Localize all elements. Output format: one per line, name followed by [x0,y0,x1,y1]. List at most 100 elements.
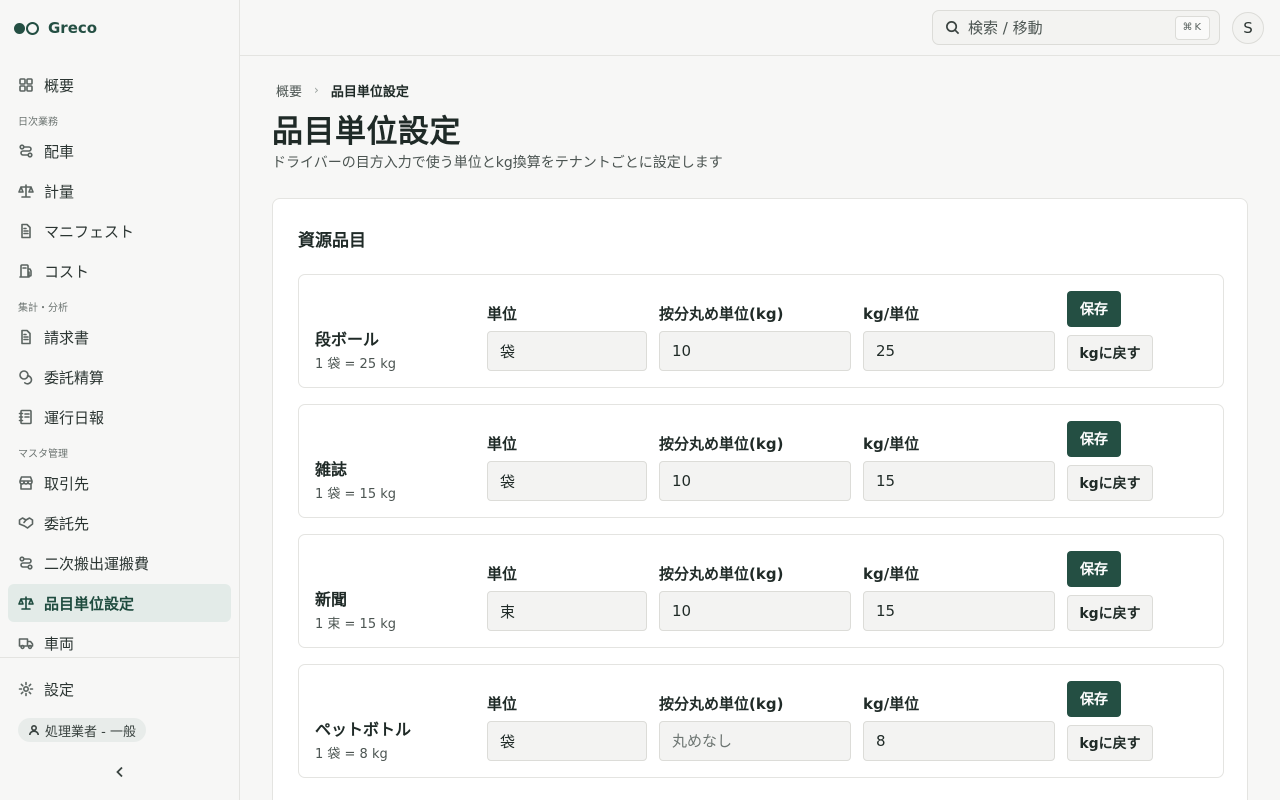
material-name: ペットボトル [315,720,412,739]
role-badge[interactable]: 処理業者 - 一般 [18,718,146,742]
breadcrumb-link-overview[interactable]: 概要 [276,81,302,100]
rounding-input[interactable] [659,331,851,371]
save-button[interactable]: 保存 [1067,421,1121,457]
sidebar-item[interactable]: 委託精算 [8,358,231,396]
sidebar-item-label: 概要 [44,76,75,95]
sidebar-nav: 概要 日次業務 配車 計量 マニフェスト コスト 集計・分析 請求書 委託精算 運行日報 マスタ管理… [8,66,231,658]
card-title: 資源品目 [298,231,366,251]
save-button[interactable]: 保存 [1067,551,1121,587]
material-row: 新聞 1 束 = 15 kg 単位 按分丸め単位(kg) kg/単位 保存 kg… [298,534,1224,648]
sidebar-section-label: 日次業務 [18,117,58,128]
role-label: 処理業者 - 一般 [45,724,136,740]
rounding-input[interactable] [659,721,851,761]
material-name: 新聞 [315,590,348,609]
kg-per-unit-input[interactable] [863,331,1055,371]
sidebar-item-label: 二次搬出運搬費 [44,554,150,573]
sidebar-item-label: 請求書 [44,328,90,347]
unit-input[interactable] [487,331,647,371]
rounding-label: 按分丸め単位(kg) [659,435,784,453]
material-row: 段ボール 1 袋 = 25 kg 単位 按分丸め単位(kg) kg/単位 保存 … [298,274,1224,388]
sidebar-item[interactable]: 車両 [8,624,231,658]
kg-per-unit-label: kg/単位 [863,435,920,453]
breadcrumb: 概要 › 品目単位設定 [276,80,409,100]
page-title: 品目単位設定 [272,114,461,150]
grid-icon [18,77,34,93]
sidebar-item-label: 設定 [44,680,75,699]
collapse-sidebar-button[interactable] [110,762,130,782]
sidebar-item-label: 品目単位設定 [44,594,135,613]
material-row: ペットボトル 1 袋 = 8 kg 単位 按分丸め単位(kg) kg/単位 保存… [298,664,1224,778]
route-icon [18,143,34,159]
sidebar-item[interactable]: 概要 [8,66,231,104]
sidebar-item-label: 取引先 [44,474,90,493]
kg-per-unit-label: kg/単位 [863,565,920,583]
reset-to-kg-button[interactable]: kgに戻す [1067,335,1153,371]
truck-icon [18,635,34,651]
sidebar-item[interactable]: 二次搬出運搬費 [8,544,231,582]
rounding-input[interactable] [659,591,851,631]
sidebar-item-settings[interactable]: 設定 [8,670,231,708]
materials-card: 資源品目 段ボール 1 袋 = 25 kg 単位 按分丸め単位(kg) kg/単… [272,198,1248,800]
material-row: 雑誌 1 袋 = 15 kg 単位 按分丸め単位(kg) kg/単位 保存 kg… [298,404,1224,518]
material-conversion: 1 袋 = 8 kg [315,747,388,762]
reset-to-kg-button[interactable]: kgに戻す [1067,595,1153,631]
rounding-label: 按分丸め単位(kg) [659,565,784,583]
sidebar-item[interactable]: 配車 [8,132,231,170]
reset-to-kg-button[interactable]: kgに戻す [1067,465,1153,501]
shortcut-hint: ⌘K [1175,15,1210,40]
kg-per-unit-input[interactable] [863,721,1055,761]
store-icon [18,475,34,491]
topbar: 検索 / 移動 ⌘K S [240,0,1280,56]
kg-per-unit-label: kg/単位 [863,695,920,713]
sidebar-item[interactable]: 運行日報 [8,398,231,436]
fuel-icon [18,263,34,279]
route-icon [18,555,34,571]
sidebar-item-label: 委託先 [44,514,90,533]
sidebar-item[interactable]: 品目単位設定 [8,584,231,622]
sidebar-item[interactable]: 計量 [8,172,231,210]
sidebar-item[interactable]: 取引先 [8,464,231,502]
sidebar-item[interactable]: マニフェスト [8,212,231,250]
search-input[interactable]: 検索 / 移動 ⌘K [932,10,1220,45]
kg-per-unit-input[interactable] [863,591,1055,631]
rounding-input[interactable] [659,461,851,501]
unit-label: 単位 [487,695,518,713]
search-icon [946,21,960,35]
material-conversion: 1 束 = 15 kg [315,617,397,632]
material-conversion: 1 袋 = 25 kg [315,357,397,372]
page-subtitle: ドライバーの目方入力で使う単位とkg換算をテナントごとに設定します [272,155,723,171]
sidebar-item-label: 計量 [44,182,75,201]
sidebar-item-label: 配車 [44,142,75,161]
scale-icon [18,595,34,611]
rounding-label: 按分丸め単位(kg) [659,695,784,713]
handshake-icon [18,515,34,531]
save-button[interactable]: 保存 [1067,681,1121,717]
unit-input[interactable] [487,591,647,631]
reset-to-kg-button[interactable]: kgに戻す [1067,725,1153,761]
rounding-label: 按分丸め単位(kg) [659,305,784,323]
sidebar: Greco 概要 日次業務 配車 計量 マニフェスト コスト 集計・分析 請求書 委託精算 運行日… [0,0,240,800]
gear-icon [18,681,34,697]
sidebar-item[interactable]: 委託先 [8,504,231,542]
sidebar-item-label: コスト [44,262,90,281]
unit-label: 単位 [487,565,518,583]
document-icon [18,329,34,345]
breadcrumb-current: 品目単位設定 [330,84,409,100]
unit-label: 単位 [487,435,518,453]
sidebar-item[interactable]: 請求書 [8,318,231,356]
kg-per-unit-input[interactable] [863,461,1055,501]
sidebar-item-label: 車両 [44,634,75,653]
material-conversion: 1 袋 = 15 kg [315,487,397,502]
sidebar-item[interactable]: コスト [8,252,231,290]
chevron-left-icon [116,766,123,778]
save-button[interactable]: 保存 [1067,291,1121,327]
notebook-icon [18,409,34,425]
sidebar-section-label: マスタ管理 [18,449,68,460]
user-icon [29,724,39,736]
unit-input[interactable] [487,721,647,761]
scale-icon [18,183,34,199]
brand[interactable]: Greco [0,0,239,56]
avatar[interactable]: S [1232,12,1264,44]
unit-input[interactable] [487,461,647,501]
greco-logo-icon [14,21,39,35]
